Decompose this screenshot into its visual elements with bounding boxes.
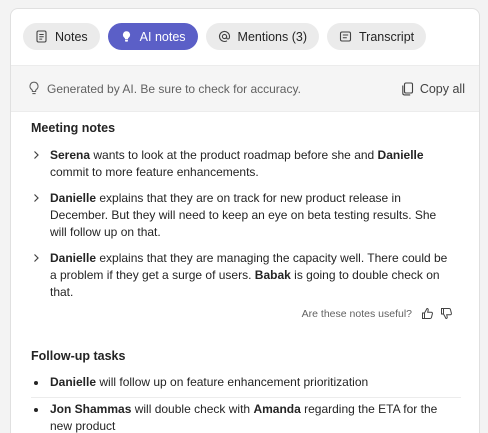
note-text: Serena wants to look at the product road…	[50, 148, 424, 179]
bullet	[34, 408, 38, 412]
person-name: Babak	[254, 268, 291, 282]
tab-label: Transcript	[359, 29, 415, 44]
disclaimer-text: Generated by AI. Be sure to check for ac…	[47, 81, 301, 96]
person-name: Serena	[50, 148, 91, 162]
person-name: Danielle	[50, 251, 97, 265]
follow-up-task[interactable]: Jon Shammas will double check with Amand…	[31, 401, 461, 433]
tab-label: AI notes	[139, 29, 186, 44]
divider	[31, 397, 461, 398]
person-name: Danielle	[50, 375, 97, 389]
task-text: Jon Shammas will double check with Amand…	[50, 402, 438, 433]
bullet	[34, 381, 38, 385]
tab-bar: Notes AI notes Mentions (3) Transcript	[23, 23, 427, 50]
tab-transcript[interactable]: Transcript	[327, 23, 427, 50]
ai-disclaimer: Generated by AI. Be sure to check for ac…	[27, 81, 301, 96]
person-name: Jon Shammas	[50, 402, 132, 416]
thumbs-up-icon[interactable]	[421, 307, 434, 320]
notes-feedback: Are these notes useful?	[302, 307, 453, 320]
at-icon	[218, 30, 230, 42]
ai-disclaimer-bar: Generated by AI. Be sure to check for ac…	[11, 65, 479, 112]
follow-up-tasks-heading: Follow-up tasks	[31, 349, 126, 363]
copy-all-label: Copy all	[419, 81, 465, 96]
meeting-note-item[interactable]: Danielle explains that they are on track…	[31, 190, 461, 241]
tab-notes[interactable]: Notes	[23, 23, 100, 50]
chevron-right-icon	[34, 151, 39, 159]
chevron-right-icon	[34, 254, 39, 262]
follow-up-task[interactable]: Danielle will follow up on feature enhan…	[31, 374, 461, 391]
tab-mentions[interactable]: Mentions (3)	[205, 23, 320, 50]
notes-icon	[36, 30, 47, 43]
copy-all-button[interactable]: Copy all	[401, 82, 465, 96]
copy-icon	[402, 81, 413, 95]
ai-notes-panel: Notes AI notes Mentions (3) Transcript G…	[10, 8, 480, 433]
meeting-notes-heading: Meeting notes	[31, 121, 116, 135]
task-text: Danielle will follow up on feature enhan…	[50, 375, 369, 389]
feedback-question: Are these notes useful?	[301, 307, 412, 320]
lightbulb-icon	[29, 81, 39, 95]
thumbs-down-icon[interactable]	[440, 307, 453, 320]
tab-label: Mentions (3)	[237, 29, 308, 44]
meeting-note-item[interactable]: Danielle explains that they are managing…	[31, 250, 461, 301]
chevron-right-icon	[34, 194, 39, 202]
tab-ai-notes[interactable]: AI notes	[107, 23, 198, 50]
note-text: Danielle explains that they are on track…	[50, 191, 437, 239]
person-name: Amanda	[253, 402, 301, 416]
meeting-note-item[interactable]: Serena wants to look at the product road…	[31, 147, 461, 181]
tab-label: Notes	[55, 29, 88, 44]
person-name: Danielle	[377, 148, 424, 162]
lightbulb-icon	[122, 31, 130, 42]
transcript-icon	[339, 31, 352, 42]
note-text: Danielle explains that they are managing…	[50, 251, 448, 299]
person-name: Danielle	[50, 191, 97, 205]
